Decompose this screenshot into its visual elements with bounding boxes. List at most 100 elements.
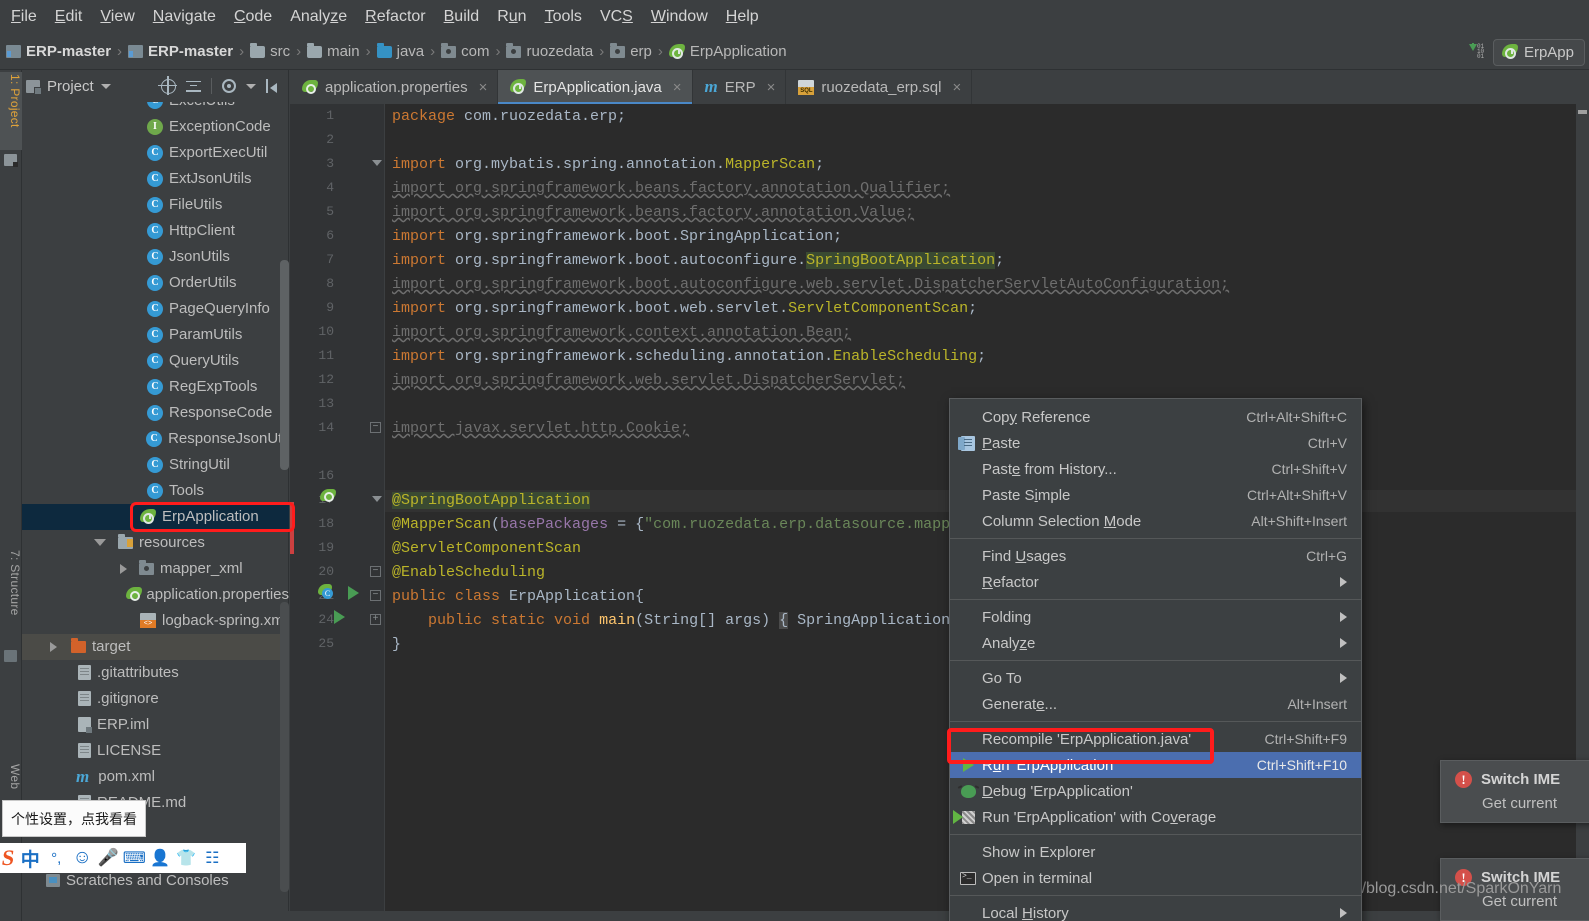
menu-analyze[interactable]: Analyze [281, 4, 356, 30]
ime-toolbar[interactable]: S 中 °, ☺ 🎤 ⌨ 👤 👕 ☷ [0, 843, 246, 873]
tree-item-gitattributes[interactable]: .gitattributes [22, 660, 289, 686]
tab-erp[interactable]: m ERP × [693, 70, 787, 104]
editor-gutter[interactable] [290, 104, 385, 921]
menu-vcs[interactable]: VCS [591, 4, 642, 30]
ime-emoji-icon[interactable]: ☺ [69, 845, 95, 871]
breadcrumb-item-8[interactable]: ErpApplication [668, 43, 787, 60]
fold-arrow-icon[interactable] [372, 496, 382, 502]
menu-item-debug-erpapplication[interactable]: Debug 'ErpApplication' [950, 778, 1361, 804]
tree-item-queryutils[interactable]: C QueryUtils [22, 348, 289, 374]
menu-tools[interactable]: Tools [536, 4, 591, 30]
chevron-right-icon[interactable] [50, 641, 57, 652]
chevron-down-icon[interactable] [246, 83, 256, 89]
ime-punctuation-icon[interactable]: °, [43, 845, 69, 871]
menu-refactor[interactable]: Refactor [356, 4, 434, 30]
close-icon[interactable]: × [767, 79, 776, 96]
menu-item-find-usages[interactable]: Find Usages Ctrl+G [950, 543, 1361, 569]
close-icon[interactable]: × [952, 79, 961, 96]
menu-help[interactable]: Help [717, 4, 768, 30]
tab-ruozedata-erp-sql[interactable]: ruozedata_erp.sql × [786, 70, 973, 104]
breadcrumb-item-4[interactable]: java [376, 42, 424, 60]
menu-code[interactable]: Code [225, 4, 281, 30]
tree-item-regexptools[interactable]: C RegExpTools [22, 374, 289, 400]
tab-erpapplication-java[interactable]: ErpApplication.java × [498, 70, 693, 104]
project-tree-scrollbar-track[interactable] [280, 602, 289, 892]
skin-icon[interactable]: 👕 [173, 845, 199, 871]
apps-icon[interactable]: ☷ [199, 845, 225, 871]
tree-item-erpapplication[interactable]: ErpApplication [22, 504, 289, 530]
menu-item-paste-from-history[interactable]: Paste from History... Ctrl+Shift+V [950, 456, 1361, 482]
gear-icon[interactable] [222, 79, 236, 93]
menu-window[interactable]: Window [642, 4, 717, 30]
chevron-down-icon[interactable] [100, 83, 111, 89]
fold-expand-icon[interactable]: + [370, 614, 381, 625]
tree-item-responsejsonutil[interactable]: C ResponseJsonUtil [22, 426, 289, 452]
breadcrumb-item-7[interactable]: erp [610, 42, 652, 60]
run-configuration-selector[interactable]: ErpApp [1492, 38, 1585, 66]
code-editor[interactable]: 1 2 3 4 5 6 7 8 9 10 11 12 13 14 16 17 1… [290, 104, 1589, 921]
tree-item-logback-spring-xml[interactable]: logback-spring.xml [22, 608, 289, 634]
tree-item-responsecode[interactable]: C ResponseCode [22, 400, 289, 426]
mic-icon[interactable]: 🎤 [95, 845, 121, 871]
menu-build[interactable]: Build [435, 4, 489, 30]
tree-item-erp-iml[interactable]: ERP.iml [22, 712, 289, 738]
run-gutter-icon[interactable] [348, 586, 359, 600]
menu-file[interactable]: File [2, 4, 46, 30]
tree-item-pom-xml[interactable]: m pom.xml [22, 764, 289, 790]
tree-item-resources[interactable]: resources [22, 530, 289, 556]
tree-item-paramutils[interactable]: C ParamUtils [22, 322, 289, 348]
ime-chinese-mode-icon[interactable]: 中 [17, 845, 43, 871]
scroll-from-source-icon[interactable] [158, 75, 177, 95]
keyboard-icon[interactable]: ⌨ [121, 845, 147, 871]
ime-tooltip[interactable]: 个性设置，点我看看 [2, 800, 146, 837]
menu-item-generate[interactable]: Generate... Alt+Insert [950, 691, 1361, 717]
breadcrumb-item-1[interactable]: ERP-master [128, 43, 233, 60]
project-tree[interactable]: C ExcelUtils I ExceptionCode C ExportExe… [22, 102, 289, 921]
menu-item-paste[interactable]: Paste Ctrl+V [950, 430, 1361, 456]
breadcrumb-item-0[interactable]: ERP-master [6, 43, 111, 60]
chevron-down-icon[interactable] [94, 539, 106, 547]
breadcrumb-item-6[interactable]: ruozedata [506, 42, 593, 60]
tree-item-httpclient[interactable]: C HttpClient [22, 218, 289, 244]
fold-expand-icon[interactable]: − [370, 590, 381, 601]
sidebar-item-project[interactable]: 1: Project [0, 72, 22, 150]
update-project-icon[interactable]: 01 10 01 [1467, 43, 1485, 61]
user-icon[interactable]: 👤 [147, 845, 173, 871]
chevron-right-icon[interactable] [120, 563, 127, 574]
breadcrumb-item-2[interactable]: src [250, 42, 290, 60]
menu-edit[interactable]: Edit [46, 4, 92, 30]
menu-view[interactable]: View [91, 4, 143, 30]
menu-item-paste-simple[interactable]: Paste Simple Ctrl+Alt+Shift+V [950, 482, 1361, 508]
collapse-all-icon[interactable] [186, 79, 201, 94]
menu-item-analyze[interactable]: Analyze [950, 630, 1361, 656]
tree-item-license[interactable]: LICENSE [22, 738, 289, 764]
menu-item-go-to[interactable]: Go To [950, 665, 1361, 691]
sidebar-item-web[interactable]: Web [0, 762, 22, 802]
menu-item-folding[interactable]: Folding [950, 604, 1361, 630]
menu-item-refactor[interactable]: Refactor [950, 569, 1361, 595]
tree-item-gitignore[interactable]: .gitignore [22, 686, 289, 712]
menu-run[interactable]: Run [488, 4, 535, 30]
tree-item-target[interactable]: target [22, 634, 289, 660]
menu-item-run-with-coverage[interactable]: Run 'ErpApplication' with Coverage [950, 804, 1361, 830]
spring-bean-gutter-icon[interactable] [320, 489, 338, 504]
menu-item-column-selection-mode[interactable]: Column Selection Mode Alt+Shift+Insert [950, 508, 1361, 534]
project-tree-scrollbar[interactable] [280, 260, 289, 470]
menu-item-local-history[interactable]: Local History [950, 900, 1361, 921]
menu-item-show-in-explorer[interactable]: Show in Explorer [950, 839, 1361, 865]
tree-item-application-properties[interactable]: application.properties [22, 582, 289, 608]
menu-item-open-in-terminal[interactable]: Open in terminal [950, 865, 1361, 891]
tree-item-extjsonutils[interactable]: C ExtJsonUtils [22, 166, 289, 192]
tree-item-exceptioncode[interactable]: I ExceptionCode [22, 114, 289, 140]
tree-item-fileutils[interactable]: C FileUtils [22, 192, 289, 218]
sogou-logo-icon[interactable]: S [0, 845, 16, 871]
spring-config-gutter-icon[interactable]: C [318, 584, 336, 600]
tree-item-jsonutils[interactable]: C JsonUtils [22, 244, 289, 270]
project-title[interactable]: Project [26, 78, 111, 95]
breadcrumb-item-3[interactable]: main [307, 42, 360, 60]
sidebar-item-structure[interactable]: 7: Structure [0, 548, 22, 640]
menu-navigate[interactable]: Navigate [144, 4, 225, 30]
notification-switch-ime-1[interactable]: ! Switch IME Get current [1440, 760, 1589, 823]
tree-item-exportexecutil[interactable]: C ExportExecUtil [22, 140, 289, 166]
menu-item-recompile[interactable]: Recompile 'ErpApplication.java' Ctrl+Shi… [950, 726, 1361, 752]
